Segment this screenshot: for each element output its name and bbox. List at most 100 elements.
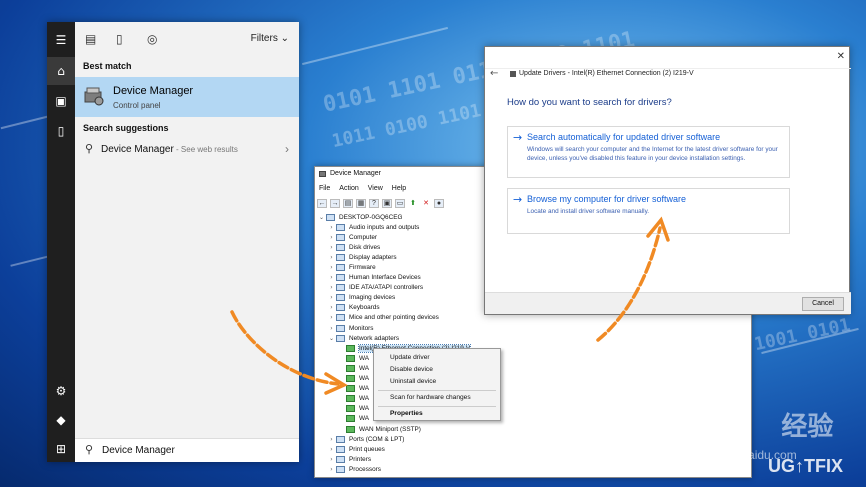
chevron-right-icon[interactable]: ›	[327, 446, 336, 453]
menu-action[interactable]: Action	[339, 185, 358, 192]
arrow-right-icon: →	[513, 131, 523, 144]
search-automatically-option[interactable]: → Search automatically for updated drive…	[507, 126, 790, 178]
ctx-scan-hardware[interactable]: Scan for hardware changes	[390, 394, 471, 401]
tree-label: WA	[359, 354, 370, 362]
light-streak	[10, 255, 50, 267]
help-icon[interactable]: ?	[369, 198, 379, 208]
search-suggestions-heading: Search suggestions	[83, 123, 169, 133]
windows-start-icon[interactable]: ⊞	[47, 435, 75, 463]
ctx-properties[interactable]: Properties	[390, 410, 423, 417]
tree-category[interactable]: › Print queues	[317, 444, 617, 454]
dialog-title: Update Drivers - Intel(R) Ethernet Conne…	[519, 70, 694, 77]
cancel-button[interactable]: Cancel	[802, 297, 844, 311]
tree-category[interactable]: › Monitors	[317, 323, 617, 333]
tree-label: IDE ATA/ATAPI controllers	[349, 284, 424, 292]
ctx-disable-device[interactable]: Disable device	[390, 366, 433, 373]
menu-file[interactable]: File	[319, 185, 330, 192]
baidu-watermark-text: Baidu	[668, 409, 752, 442]
back-arrow-icon[interactable]: ←	[317, 198, 327, 208]
menu-view[interactable]: View	[368, 185, 383, 192]
suggestion-text-wrap: Device Manager - See web results	[101, 144, 238, 155]
chevron-right-icon[interactable]: ›	[327, 254, 336, 261]
device-category-icon	[336, 304, 345, 312]
arrow-right-icon: →	[513, 193, 523, 206]
disable-device-icon[interactable]: ●	[434, 198, 444, 208]
device-category-icon	[336, 465, 345, 473]
chevron-right-icon[interactable]: ›	[327, 304, 336, 311]
device-manager-toolbar: ← → ▤ ▦ ? ▣ ▭ ⬆ ✕ ●	[317, 197, 444, 209]
chevron-right-icon[interactable]: ›	[327, 294, 336, 301]
network-adapter-icon	[346, 354, 355, 362]
light-streak	[301, 26, 449, 66]
menu-help[interactable]: Help	[392, 185, 406, 192]
tree-label: WA	[359, 405, 370, 413]
settings-icon[interactable]: ⚙	[47, 377, 75, 405]
chevron-right-icon[interactable]: ›	[327, 234, 336, 241]
chevron-right-icon[interactable]: ›	[327, 466, 336, 473]
start-main-panel: ▤ ▯ ◎ Filters ⌄ Best match Device Manage…	[75, 22, 299, 462]
tree-label: Network adapters	[349, 334, 400, 342]
apps-filter-icon[interactable]: ▤	[85, 32, 96, 46]
option-auto-desc: Windows will search your computer and th…	[527, 146, 778, 162]
chevron-down-icon[interactable]: ⌄	[317, 214, 326, 221]
uninstall-icon[interactable]: ✕	[421, 199, 431, 208]
tree-category[interactable]: › Ports (COM & LPT)	[317, 434, 617, 444]
tree-label: Disk drives	[349, 243, 381, 251]
search-input[interactable]: Device Manager	[102, 445, 175, 456]
web-filter-icon[interactable]: ◎	[147, 32, 157, 46]
device-category-icon	[336, 314, 345, 322]
dialog-footer: Cancel	[485, 292, 851, 314]
browse-computer-option[interactable]: → Browse my computer for driver software…	[507, 188, 790, 234]
update-drivers-dialog: ✕ ← Update Drivers - Intel(R) Ethernet C…	[484, 46, 851, 315]
forward-arrow-icon[interactable]: →	[330, 198, 340, 208]
documents-icon[interactable]: ▣	[47, 87, 75, 115]
tree-label: Computer	[349, 233, 378, 241]
ctx-separator	[378, 406, 496, 407]
chevron-right-icon[interactable]: ›	[327, 244, 336, 251]
tree-label: WA	[359, 385, 370, 393]
tree-label: WA	[359, 415, 370, 423]
device-icon[interactable]: ▯	[47, 117, 75, 145]
home-icon[interactable]: ⌂	[47, 57, 75, 85]
chevron-right-icon[interactable]: ›	[327, 224, 336, 231]
filters-dropdown[interactable]: Filters ⌄	[251, 33, 289, 44]
chevron-right-icon[interactable]: ›	[327, 325, 336, 332]
chevron-right-icon[interactable]: ›	[327, 436, 336, 443]
documents-filter-icon[interactable]: ▯	[116, 32, 123, 46]
chevron-right-icon[interactable]: ›	[327, 284, 336, 291]
ctx-update-driver[interactable]: Update driver	[390, 354, 430, 361]
network-adapter-icon	[346, 425, 355, 433]
user-icon[interactable]: ◆	[47, 406, 75, 434]
search-icon: ⚲	[85, 142, 94, 155]
tree-label: WA	[359, 375, 370, 383]
best-match-result[interactable]: Device Manager Control panel	[75, 77, 299, 117]
scan-hardware-icon[interactable]: ▭	[395, 198, 405, 208]
hamburger-menu-icon[interactable]: ☰	[47, 26, 75, 54]
chevron-right-icon[interactable]: ›	[327, 274, 336, 281]
update-driver-icon[interactable]: ⬆	[408, 199, 418, 208]
device-category-icon	[336, 435, 345, 443]
list-view-icon[interactable]: ▦	[356, 198, 366, 208]
ctx-uninstall-device[interactable]: Uninstall device	[390, 378, 436, 385]
network-adapter-icon	[346, 405, 355, 413]
chevron-right-icon[interactable]: ›	[327, 456, 336, 463]
search-box[interactable]: ⚲ Device Manager	[75, 438, 299, 462]
search-suggestion-item[interactable]: ⚲ Device Manager - See web results ›	[75, 139, 299, 161]
device-category-icon	[336, 223, 345, 231]
chevron-down-icon[interactable]: ⌄	[327, 335, 336, 342]
best-match-title: Device Manager	[113, 85, 194, 97]
tree-view-icon[interactable]: ▤	[343, 198, 353, 208]
tree-category[interactable]: ⌄ Network adapters	[317, 333, 617, 343]
chevron-right-icon[interactable]: ›	[327, 314, 336, 321]
chevron-right-icon[interactable]: ›	[327, 264, 336, 271]
properties-icon[interactable]: ▣	[382, 198, 392, 208]
device-context-menu: Update driver Disable device Uninstall d…	[373, 348, 501, 421]
light-streak	[761, 327, 859, 355]
tree-device[interactable]: WAN Miniport (SSTP)	[317, 424, 617, 434]
tree-category[interactable]: › Printers	[317, 454, 617, 464]
chevron-right-icon[interactable]: ›	[285, 142, 289, 156]
close-icon[interactable]: ✕	[837, 51, 845, 62]
device-category-icon	[336, 455, 345, 463]
tree-category[interactable]: › Processors	[317, 464, 617, 474]
back-arrow-icon[interactable]: ←	[490, 68, 498, 79]
